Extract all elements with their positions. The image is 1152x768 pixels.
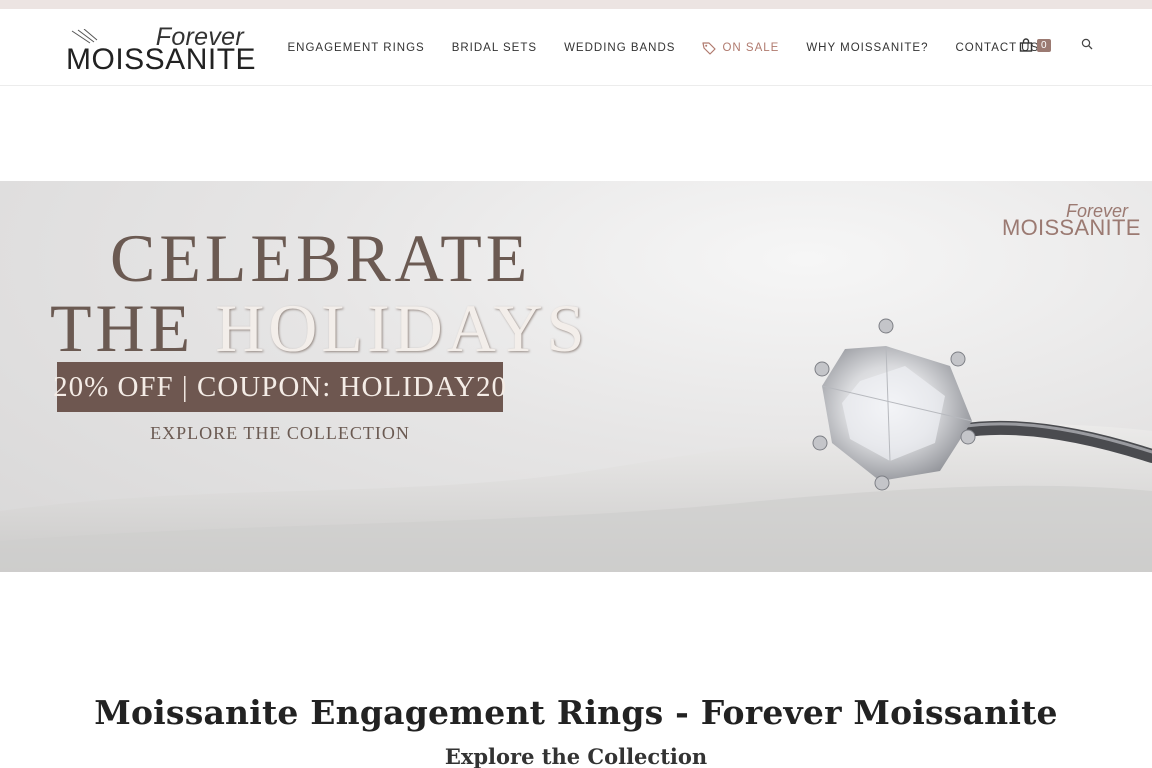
logo-moissanite: MOISSANITE	[66, 43, 257, 76]
site-logo[interactable]: Forever MOISSANITE	[64, 23, 256, 77]
hero-headline-the: THE	[50, 290, 216, 366]
search-icon	[1081, 38, 1093, 50]
nav-label: WEDDING BANDS	[564, 41, 676, 54]
tag-icon	[702, 41, 717, 55]
page-title: Moissanite Engagement Rings - Forever Mo…	[94, 693, 1058, 732]
cart-count-badge: 0	[1037, 39, 1051, 52]
search-button[interactable]	[1081, 37, 1093, 55]
page-subtitle: Explore the Collection	[444, 744, 708, 768]
shopping-bag-icon	[1019, 37, 1033, 52]
main-nav: ENGAGEMENT RINGS BRIDAL SETS WEDDING BAN…	[274, 9, 1053, 86]
hero-banner[interactable]: Forever MOISSANITE CELEBRATE THE HOLIDAY…	[0, 181, 1152, 572]
hero-headline-holidays: HOLIDAYS	[215, 290, 589, 366]
nav-bridal-sets[interactable]: BRIDAL SETS	[438, 42, 550, 54]
nav-wedding-bands[interactable]: WEDDING BANDS	[551, 42, 689, 54]
nav-label: BRIDAL SETS	[451, 41, 538, 54]
nav-engagement-rings[interactable]: ENGAGEMENT RINGS	[274, 42, 438, 54]
nav-on-sale[interactable]: ON SALE	[689, 41, 793, 55]
hero-headline-line2: THE HOLIDAYS	[50, 289, 588, 368]
nav-why-moissanite[interactable]: WHY MOISSANITE?	[793, 42, 942, 54]
cart-button[interactable]: 0	[1019, 37, 1051, 52]
coupon-banner: 20% OFF | COUPON: HOLIDAY20	[53, 362, 506, 412]
hero-explore-link[interactable]: EXPLORE THE COLLECTION	[57, 423, 503, 444]
nav-label: ENGAGEMENT RINGS	[287, 41, 425, 54]
site-header: Forever MOISSANITE ENGAGEMENT RINGS BRID…	[0, 9, 1152, 86]
hero-logo-moissanite: MOISSANITE	[1002, 215, 1141, 240]
nav-label: WHY MOISSANITE?	[806, 41, 929, 54]
hero-logo: Forever MOISSANITE	[1000, 201, 1140, 241]
top-strip	[0, 0, 1152, 9]
hero-headline-line1: CELEBRATE	[110, 220, 532, 296]
nav-label: ON SALE	[722, 41, 780, 54]
